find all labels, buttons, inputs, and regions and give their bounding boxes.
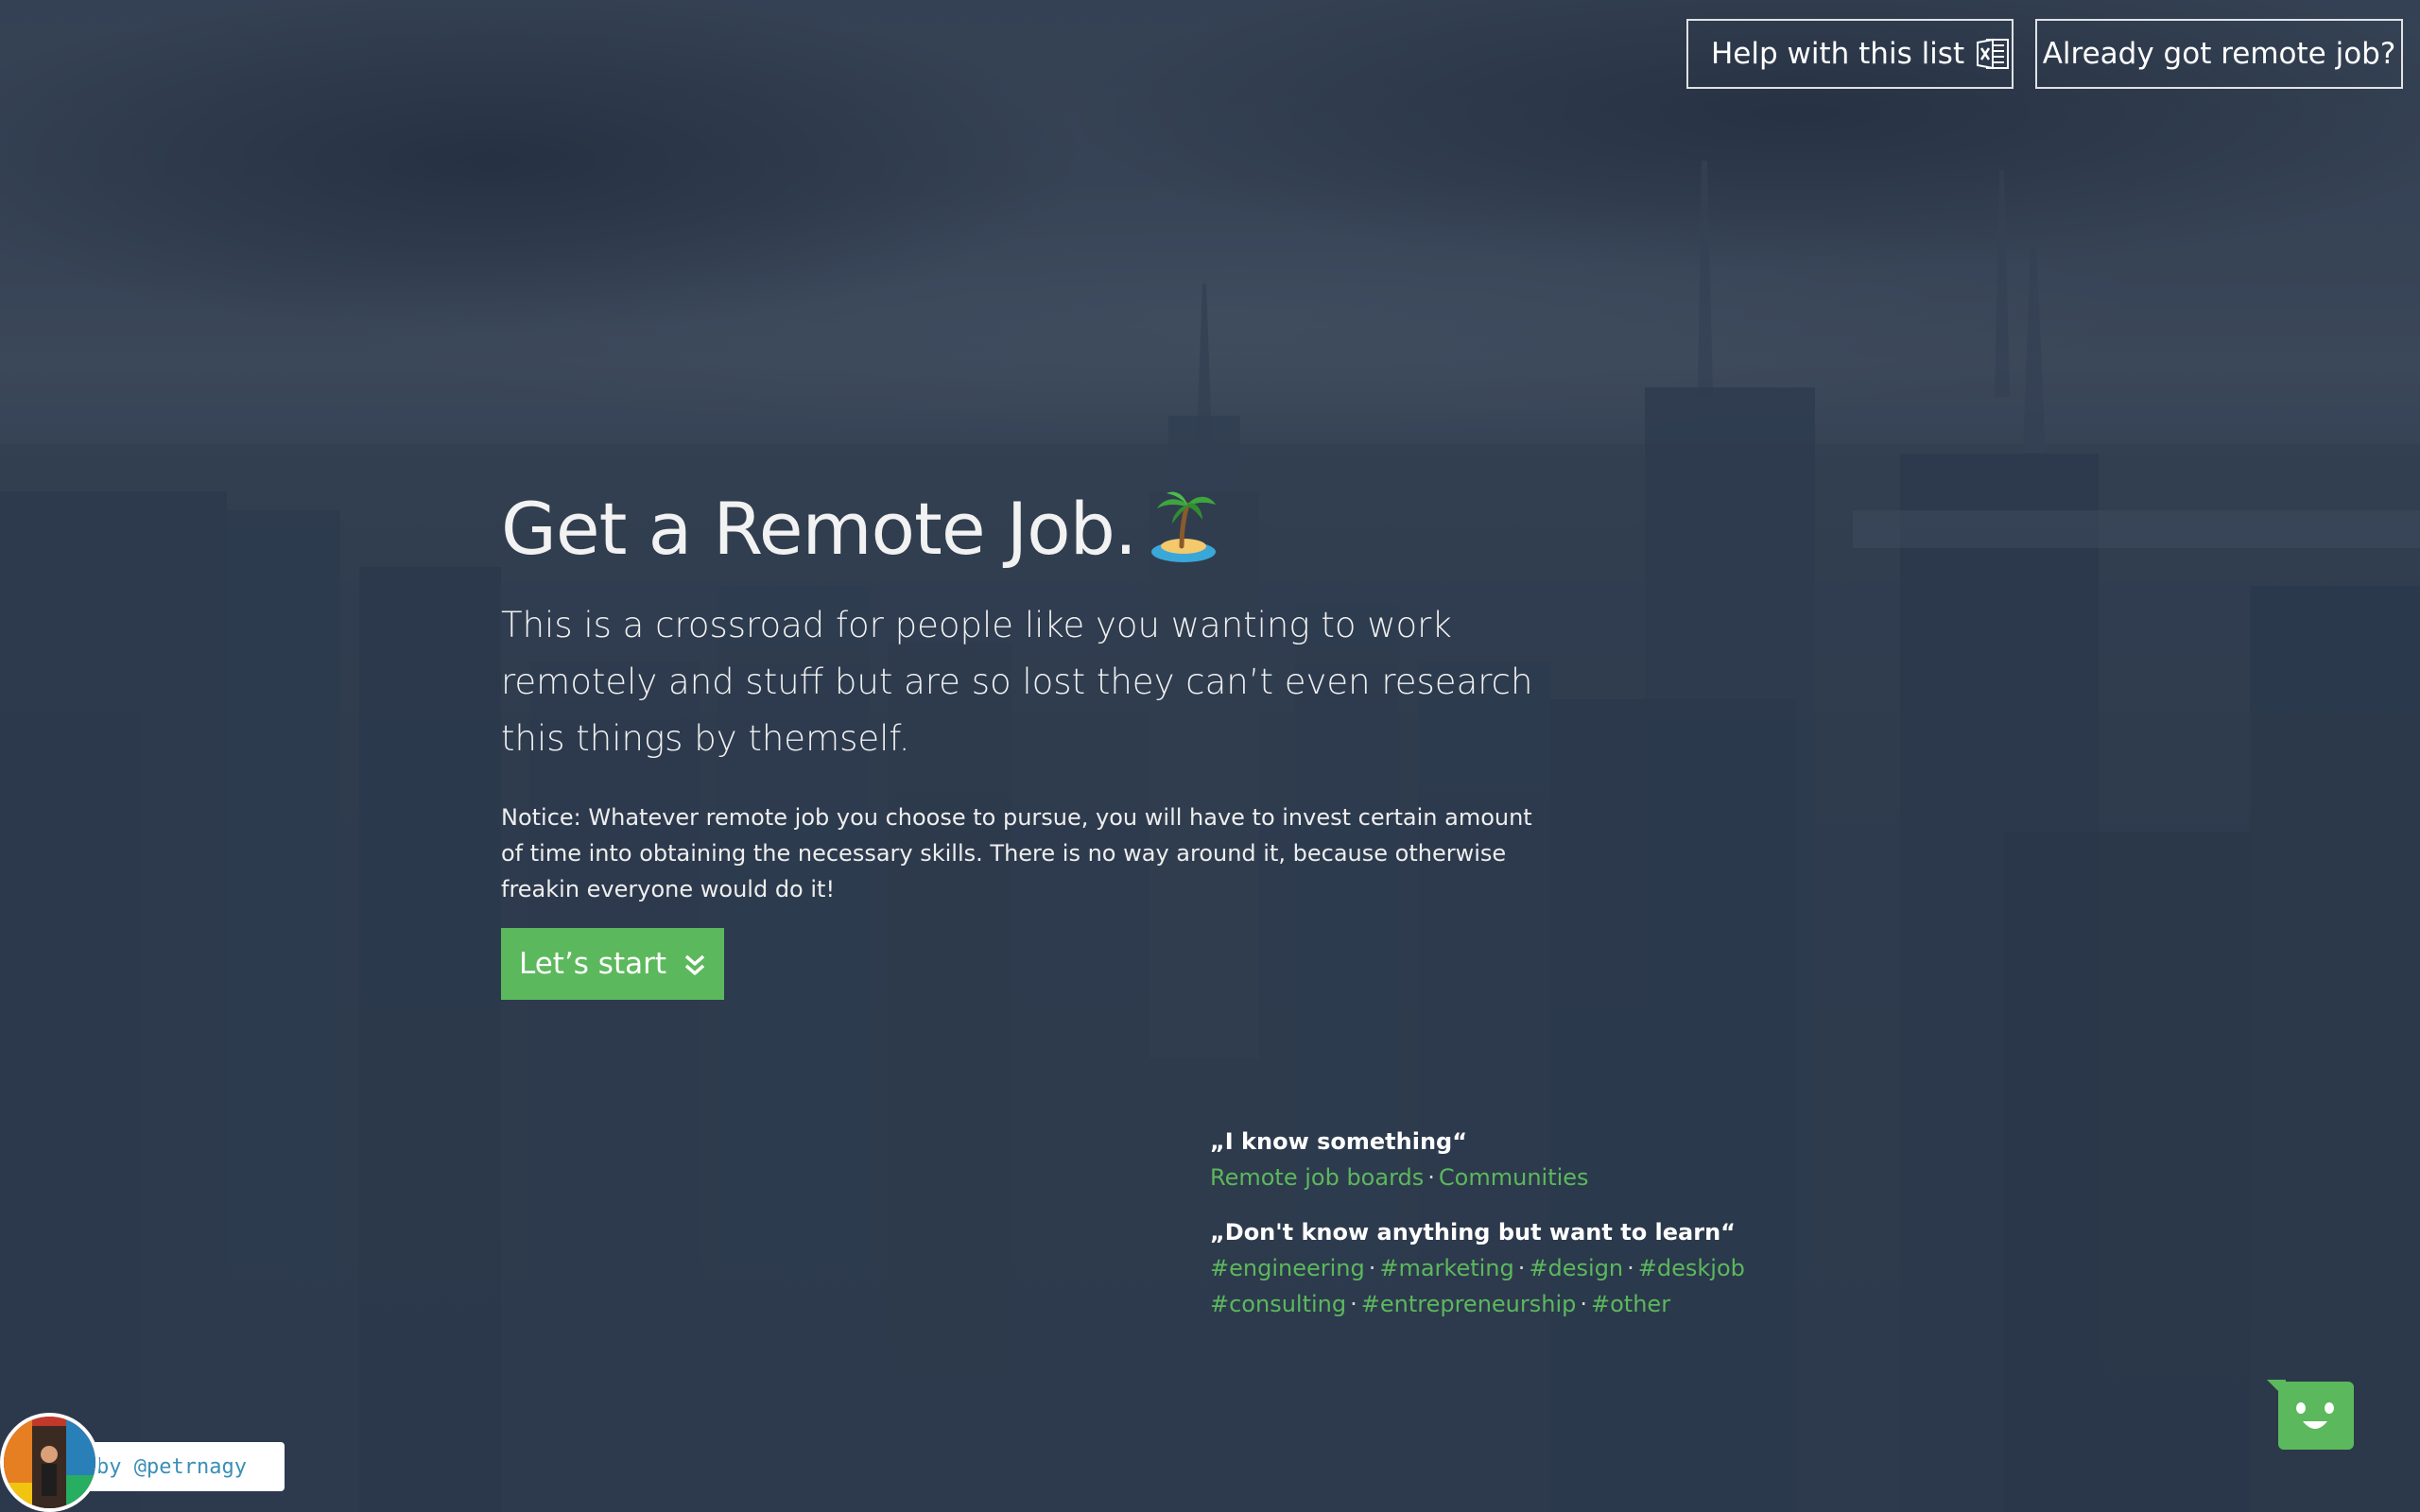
page-title-text: Get a Remote Job. xyxy=(501,487,1137,571)
link-engineering[interactable]: #engineering xyxy=(1210,1255,1365,1281)
help-with-list-button[interactable]: Help with this list xyxy=(1686,19,2014,89)
link-separator: · xyxy=(1427,1164,1435,1191)
link-design[interactable]: #design xyxy=(1529,1255,1623,1281)
want-to-learn-group: „Don't know anything but want to learn“ … xyxy=(1210,1214,1872,1322)
know-something-links: Remote job boards · Communities xyxy=(1210,1160,1872,1195)
career-paths-section: „I know something“ Remote job boards · Com… xyxy=(1210,1124,1872,1322)
smiley-chat-icon xyxy=(2267,1380,2354,1453)
hero-section: Get a Remote Job. This is a crossroad fo… xyxy=(501,480,1560,907)
link-other[interactable]: #other xyxy=(1591,1291,1670,1317)
palm-tree-island-icon xyxy=(1146,486,1221,565)
author-avatar[interactable] xyxy=(0,1413,99,1512)
link-separator: · xyxy=(1350,1291,1357,1317)
hero-notice-text: Notice: Whatever remote job you choose t… xyxy=(501,804,1532,902)
remote-button-label: Already got remote job? xyxy=(2042,37,2396,71)
help-button-label: Help with this list xyxy=(1711,37,1965,71)
link-remote-job-boards[interactable]: Remote job boards xyxy=(1210,1164,1424,1191)
want-to-learn-title: „Don't know anything but want to learn“ xyxy=(1210,1219,1736,1246)
link-separator: · xyxy=(1517,1255,1526,1281)
hero-lead-text: This is a crossroad for people like you … xyxy=(501,605,1533,759)
know-something-group: „I know something“ Remote job boards · Com… xyxy=(1210,1124,1872,1195)
know-something-title: „I know something“ xyxy=(1210,1128,1468,1155)
page-title: Get a Remote Job. xyxy=(501,480,1560,578)
link-deskjob[interactable]: #deskjob xyxy=(1638,1255,1745,1281)
author-credit-label: by @petrnagy xyxy=(96,1454,247,1479)
lets-start-button[interactable]: Let’s start xyxy=(501,928,724,1000)
double-chevron-down-icon xyxy=(683,952,706,976)
link-communities[interactable]: Communities xyxy=(1439,1164,1589,1191)
link-marketing[interactable]: #marketing xyxy=(1379,1255,1513,1281)
lets-start-label: Let’s start xyxy=(518,947,666,981)
already-got-remote-job-button[interactable]: Already got remote job? xyxy=(2035,19,2403,89)
link-separator: · xyxy=(1368,1255,1376,1281)
link-separator: · xyxy=(1580,1291,1588,1317)
link-separator: · xyxy=(1627,1255,1634,1281)
excel-spreadsheet-icon xyxy=(1974,35,2012,73)
want-to-learn-links: #engineering · #marketing · #design · #deskjob… xyxy=(1210,1250,1872,1322)
link-entrepreneurship[interactable]: #entrepreneurship xyxy=(1361,1291,1577,1317)
link-consulting[interactable]: #consulting xyxy=(1210,1291,1346,1317)
chat-widget-button[interactable] xyxy=(2267,1380,2354,1450)
